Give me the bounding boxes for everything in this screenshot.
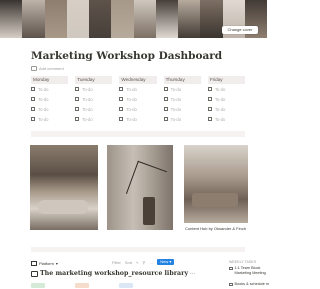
checkbox[interactable]	[163, 107, 168, 111]
checkbox[interactable]	[163, 97, 168, 101]
todo-item[interactable]: To-do	[75, 84, 112, 94]
todo-item[interactable]: To-do	[163, 94, 201, 104]
image-caption: Content Hub by Oksander & Finch	[185, 226, 246, 231]
more-icon[interactable]: ⋯	[190, 271, 195, 277]
tag	[119, 283, 133, 288]
checkbox[interactable]	[31, 117, 35, 121]
comment-icon	[31, 66, 37, 71]
tag	[31, 283, 45, 288]
todo-item[interactable]: To-do	[207, 114, 245, 124]
checkbox[interactable]	[31, 97, 35, 101]
day-header: Monday	[31, 76, 69, 84]
day-header: Friday	[207, 76, 246, 84]
checkbox[interactable]	[119, 117, 124, 121]
checkbox[interactable]	[119, 87, 124, 91]
cover-segment	[0, 0, 23, 38]
checkbox[interactable]	[31, 87, 35, 91]
checkbox[interactable]	[75, 107, 80, 111]
cover-segment	[111, 0, 134, 38]
cover-segment	[178, 0, 201, 38]
day-header: Thursday	[163, 76, 201, 84]
checkbox[interactable]	[75, 87, 80, 91]
todo-item[interactable]: To-do	[75, 104, 112, 114]
todo-item[interactable]: To-do	[31, 84, 68, 94]
table-icon	[31, 261, 37, 266]
checkbox[interactable]	[229, 266, 233, 270]
todo-item[interactable]: To-do	[75, 114, 112, 124]
checkbox[interactable]	[207, 117, 212, 121]
cover-segment	[66, 0, 89, 38]
more-icon[interactable]: …	[149, 260, 153, 265]
todo-item[interactable]: To-do	[31, 114, 68, 124]
cover-segment	[155, 0, 178, 38]
cover-segment	[22, 0, 45, 38]
checkbox[interactable]	[207, 107, 212, 111]
day-column-monday: Monday To-do To-do To-do To-do	[31, 76, 69, 124]
checkbox[interactable]	[75, 97, 80, 101]
database-toolbar: Filter Sort ϟ ⚲ … New ▾	[112, 259, 175, 265]
new-button[interactable]: New ▾	[157, 259, 175, 265]
todo-item[interactable]: To-do	[119, 84, 156, 94]
cover-segment	[44, 0, 67, 38]
day-column-friday: Friday To-do To-do To-do To-do	[207, 76, 246, 124]
add-comment-label: Add comment	[39, 66, 64, 71]
cover-segment	[200, 0, 223, 38]
weekly-tasks-label: WEEKLY TASKS	[229, 260, 257, 264]
lightning-icon[interactable]: ϟ	[136, 260, 138, 265]
weekly-task-item[interactable]: Books & schedule m	[229, 282, 269, 287]
week-board: Monday To-do To-do To-do To-do Tuesday T…	[31, 76, 246, 124]
day-column-thursday: Thursday To-do To-do To-do To-do	[163, 76, 201, 124]
interior-image-3[interactable]	[184, 145, 248, 223]
interior-image-1[interactable]	[30, 145, 98, 230]
tag	[75, 283, 89, 288]
todo-item[interactable]: To-do	[119, 104, 156, 114]
todo-item[interactable]: To-do	[31, 94, 68, 104]
todo-item[interactable]: To-do	[31, 104, 68, 114]
database-view-tab[interactable]: Platform ▾	[31, 261, 58, 266]
todo-item[interactable]: To-do	[119, 94, 156, 104]
database-title: The marketing workshop_resource library …	[31, 270, 195, 277]
filter-button[interactable]: Filter	[112, 260, 121, 265]
checkbox[interactable]	[207, 87, 212, 91]
todo-item[interactable]: To-do	[163, 114, 201, 124]
add-comment-button[interactable]: Add comment	[31, 66, 64, 71]
checkbox[interactable]	[119, 97, 124, 101]
checkbox[interactable]	[31, 107, 35, 111]
todo-item[interactable]: To-do	[207, 104, 245, 114]
checkbox[interactable]	[75, 117, 80, 121]
checkbox[interactable]	[163, 117, 168, 121]
day-column-tuesday: Tuesday To-do To-do To-do To-do	[75, 76, 113, 124]
cover-segment	[89, 0, 112, 38]
todo-item[interactable]: To-do	[163, 104, 201, 114]
day-header: Wednesday	[119, 76, 157, 84]
day-header: Tuesday	[75, 76, 113, 84]
cover-segment	[133, 0, 156, 38]
checkbox[interactable]	[163, 87, 168, 91]
sort-button[interactable]: Sort	[125, 260, 132, 265]
todo-item[interactable]: To-do	[163, 84, 201, 94]
todo-item[interactable]: To-do	[119, 114, 156, 124]
divider-band	[31, 131, 245, 137]
checkbox[interactable]	[207, 97, 212, 101]
weekly-task-item[interactable]: 1:1 Team Block Marketing Meeting	[229, 266, 269, 275]
change-cover-button[interactable]: Change cover	[222, 26, 258, 34]
todo-item[interactable]: To-do	[207, 84, 245, 94]
interior-image-2[interactable]	[107, 145, 173, 230]
todo-item[interactable]: To-do	[207, 94, 245, 104]
page-title: Marketing Workshop Dashboard	[31, 50, 223, 62]
tag-row	[31, 283, 133, 288]
database-icon	[31, 270, 38, 277]
divider-band	[31, 247, 245, 252]
search-icon[interactable]: ⚲	[142, 260, 145, 265]
day-column-wednesday: Wednesday To-do To-do To-do To-do	[119, 76, 157, 124]
todo-item[interactable]: To-do	[75, 94, 112, 104]
checkbox[interactable]	[119, 107, 124, 111]
checkbox[interactable]	[229, 282, 233, 286]
chevron-down-icon: ▾	[55, 261, 58, 266]
